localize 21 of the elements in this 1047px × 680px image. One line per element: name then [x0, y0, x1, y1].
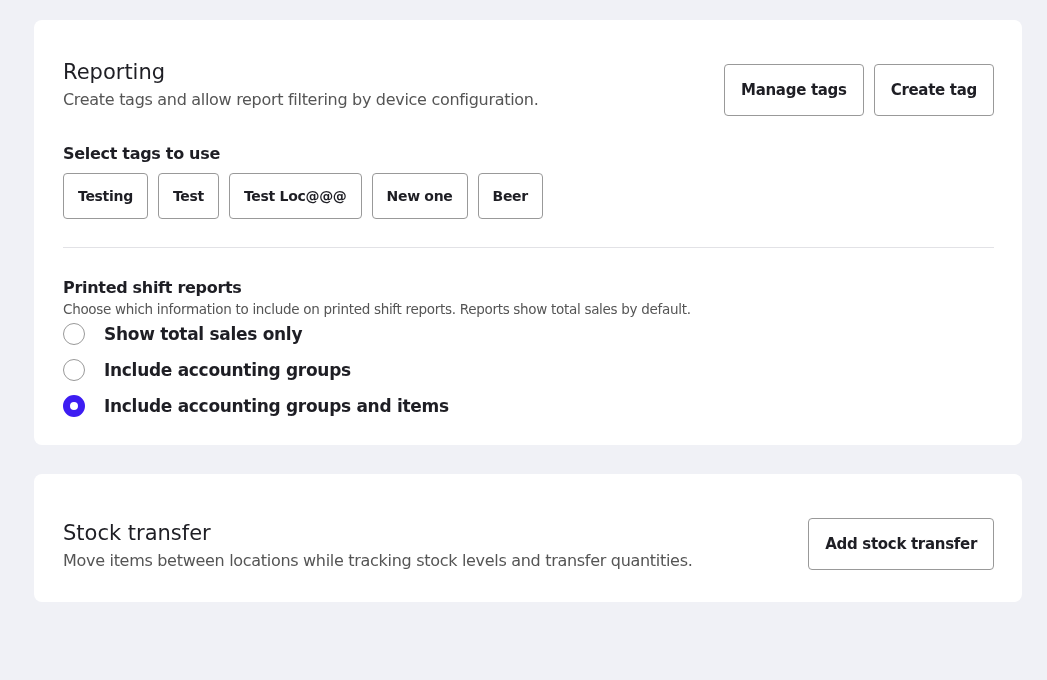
- section-description: Create tags and allow report filtering by device configuration.: [63, 90, 539, 109]
- radio-button[interactable]: [63, 359, 85, 381]
- radio-label[interactable]: Include accounting groups: [104, 360, 351, 380]
- shift-reports-description: Choose which information to include on printed shift reports. Reports show total sales by default.: [63, 301, 692, 317]
- section-title: Reporting: [63, 59, 167, 86]
- add-stock-transfer-button[interactable]: Add stock transfer: [808, 518, 994, 570]
- tag-button[interactable]: Testing: [63, 173, 148, 219]
- radio-label[interactable]: Show total sales only: [104, 324, 303, 344]
- radio-button[interactable]: [63, 395, 85, 417]
- tag-button[interactable]: Test Loc@@@: [228, 173, 362, 219]
- tag-button[interactable]: Beer: [477, 173, 543, 219]
- radio-label[interactable]: Include accounting groups and items: [104, 396, 449, 416]
- tag-button[interactable]: Test: [157, 173, 219, 219]
- section-description: Move items between locations while tracking stock levels and transfer quantities.: [63, 550, 693, 570]
- action-button[interactable]: Create tag: [873, 64, 994, 116]
- tag-button[interactable]: New one: [371, 173, 468, 219]
- action-button[interactable]: Manage tags: [724, 64, 864, 116]
- shift-reports-heading: Printed shift reports: [63, 278, 243, 297]
- radio-button[interactable]: [63, 323, 85, 345]
- tags-heading: Select tags to use: [63, 144, 221, 163]
- section-title: Stock transfer: [63, 519, 212, 547]
